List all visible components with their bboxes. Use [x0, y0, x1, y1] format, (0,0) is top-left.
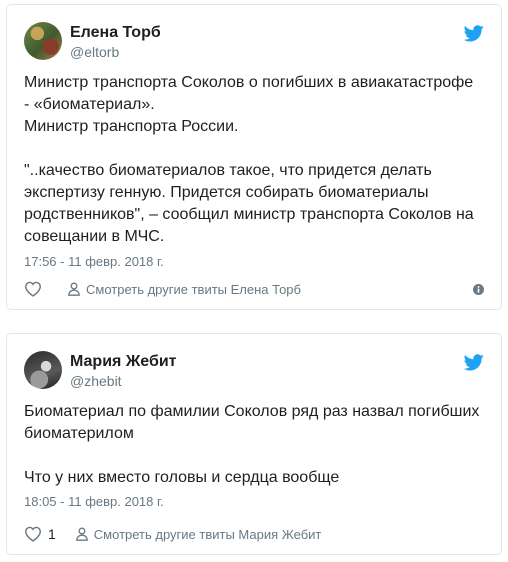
- heart-icon: [24, 526, 42, 542]
- tweet-text: Биоматериал по фамилии Соколов ряд раз н…: [24, 403, 480, 486]
- person-icon: [76, 527, 88, 541]
- more-tweets-label: Смотреть другие твиты Елена Торб: [86, 281, 301, 297]
- tweet-text: Министр транспорта Соколов о погибших в …: [24, 74, 474, 245]
- tweet-actions: Смотреть другие твиты Елена Торб: [24, 278, 484, 300]
- like-button[interactable]: [24, 281, 48, 297]
- twitter-bird-icon[interactable]: [464, 354, 484, 371]
- info-icon[interactable]: [473, 283, 484, 295]
- twitter-bird-icon[interactable]: [464, 25, 484, 42]
- author-handle[interactable]: @zhebit: [70, 373, 122, 389]
- tweet-actions: 1 Смотреть другие твиты Мария Жебит: [24, 523, 484, 545]
- tweet-timestamp[interactable]: 17:56 - 11 февр. 2018 г.: [24, 254, 164, 269]
- more-tweets-label: Смотреть другие твиты Мария Жебит: [93, 526, 322, 542]
- like-button[interactable]: 1: [24, 526, 56, 542]
- heart-icon: [24, 281, 42, 297]
- tweet-card: Елена Торб @eltorb Министр транспорта Со…: [6, 4, 502, 310]
- more-tweets-link[interactable]: Смотреть другие твиты Елена Торб: [68, 282, 301, 297]
- like-count: 1: [48, 526, 56, 542]
- person-icon: [68, 282, 80, 296]
- author-handle[interactable]: @eltorb: [70, 44, 119, 60]
- tweet-timestamp[interactable]: 18:05 - 11 февр. 2018 г.: [24, 494, 164, 509]
- author-name[interactable]: Мария Жебит: [70, 353, 177, 371]
- author-name[interactable]: Елена Торб: [70, 24, 161, 42]
- avatar[interactable]: [24, 22, 62, 60]
- more-tweets-link[interactable]: Смотреть другие твиты Мария Жебит: [76, 526, 322, 542]
- tweet-card: Мария Жебит @zhebit Биоматериал по фамил…: [6, 333, 502, 555]
- avatar[interactable]: [24, 351, 62, 389]
